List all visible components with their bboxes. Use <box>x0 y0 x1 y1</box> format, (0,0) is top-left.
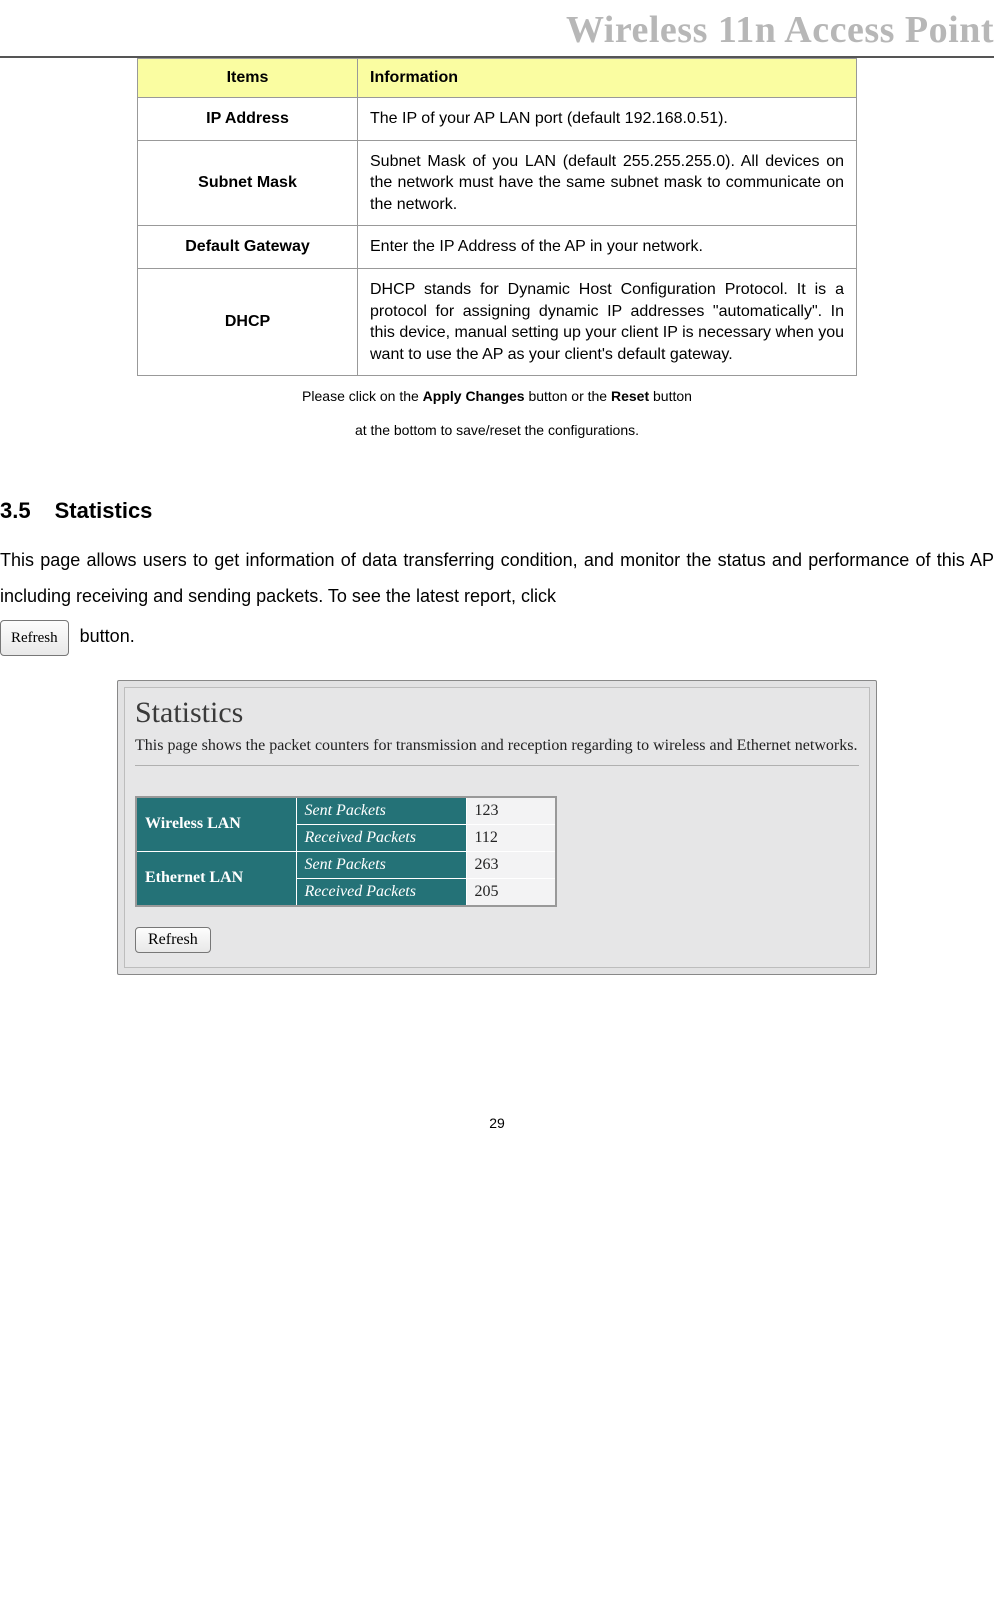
item-cell-gateway: Default Gateway <box>138 226 358 269</box>
information-col-header: Information <box>358 59 857 98</box>
group-wireless: Wireless LAN <box>136 797 296 852</box>
item-cell-ip: IP Address <box>138 98 358 141</box>
stats-title: Statistics <box>135 696 859 730</box>
wireless-sent-label: Sent Packets <box>296 797 466 825</box>
ethernet-sent-value: 263 <box>466 851 556 878</box>
info-cell-ip: The IP of your AP LAN port (default 192.… <box>358 98 857 141</box>
ethernet-sent-label: Sent Packets <box>296 851 466 878</box>
table-row: Wireless LAN Sent Packets 123 <box>136 797 556 825</box>
reset-label: Reset <box>611 388 649 404</box>
items-table: Items Information IP Address The IP of y… <box>137 58 857 376</box>
info-cell-dhcp: DHCP stands for Dynamic Host Configurati… <box>358 268 857 375</box>
item-cell-subnet: Subnet Mask <box>138 140 358 226</box>
apply-changes-label: Apply Changes <box>423 388 525 404</box>
stats-subtitle: This page shows the packet counters for … <box>135 734 859 757</box>
table-row: IP Address The IP of your AP LAN port (d… <box>138 98 857 141</box>
caption-mid: button or the <box>525 388 611 404</box>
body-paragraph: This page allows users to get informatio… <box>0 542 994 614</box>
table-row: DHCP DHCP stands for Dynamic Host Config… <box>138 268 857 375</box>
body-text-1: This page allows users to get informatio… <box>0 550 994 606</box>
caption-suffix: button <box>649 388 692 404</box>
refresh-button[interactable]: Refresh <box>135 927 211 953</box>
wireless-received-value: 112 <box>466 824 556 851</box>
refresh-button-inline[interactable]: Refresh <box>0 620 69 656</box>
section-title: Statistics <box>55 498 153 523</box>
apply-reset-caption: Please click on the Apply Changes button… <box>137 388 857 404</box>
section-heading: 3.5 Statistics <box>0 498 994 524</box>
table-row: Subnet Mask Subnet Mask of you LAN (defa… <box>138 140 857 226</box>
caption-line2: at the bottom to save/reset the configur… <box>137 422 857 438</box>
body-text-2: button. <box>75 626 135 646</box>
page-number: 29 <box>0 1115 994 1131</box>
item-cell-dhcp: DHCP <box>138 268 358 375</box>
table-row: Default Gateway Enter the IP Address of … <box>138 226 857 269</box>
ethernet-received-label: Received Packets <box>296 878 466 906</box>
group-ethernet: Ethernet LAN <box>136 851 296 906</box>
caption-prefix: Please click on the <box>302 388 423 404</box>
table-row: Ethernet LAN Sent Packets 263 <box>136 851 556 878</box>
wireless-sent-value: 123 <box>466 797 556 825</box>
section-number: 3.5 <box>0 498 31 524</box>
wireless-received-label: Received Packets <box>296 824 466 851</box>
statistics-screenshot: Statistics This page shows the packet co… <box>117 680 877 975</box>
info-cell-subnet: Subnet Mask of you LAN (default 255.255.… <box>358 140 857 226</box>
items-col-header: Items <box>138 59 358 98</box>
page-header-title: Wireless 11n Access Point <box>566 8 994 52</box>
stats-table: Wireless LAN Sent Packets 123 Received P… <box>135 796 557 907</box>
ethernet-received-value: 205 <box>466 878 556 906</box>
info-cell-gateway: Enter the IP Address of the AP in your n… <box>358 226 857 269</box>
